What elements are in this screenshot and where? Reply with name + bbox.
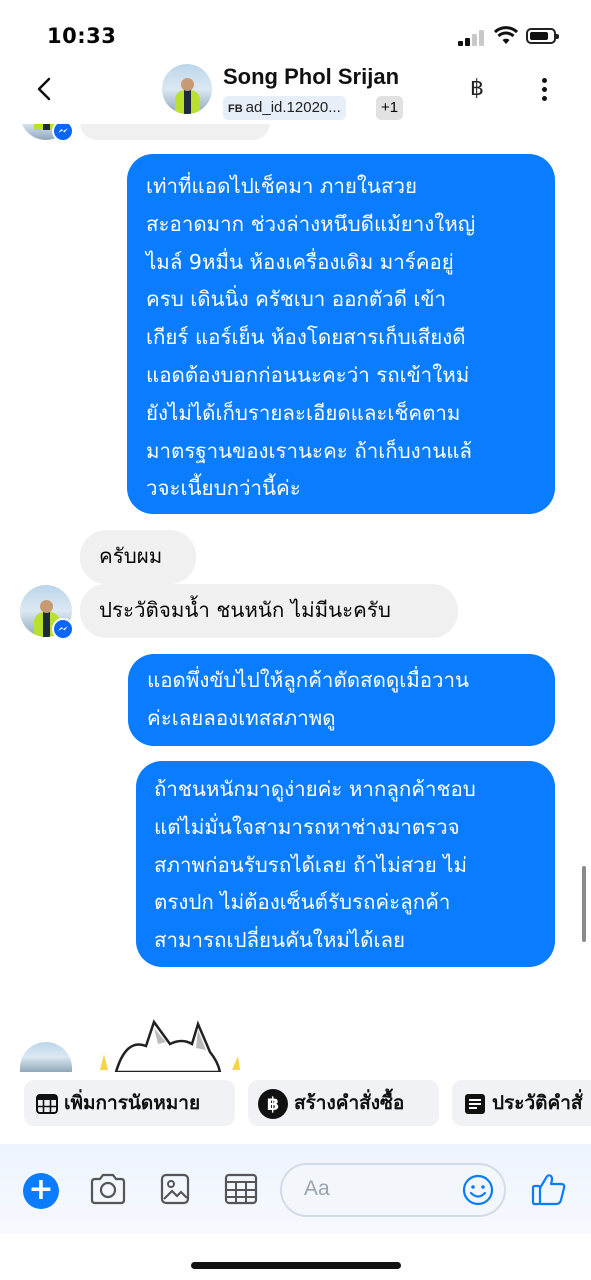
contact-avatar[interactable]	[162, 64, 212, 114]
message-line: ประวัติจมน้ำ ชนหนัก ไม่มีนะครับ	[99, 598, 391, 622]
message-line: สามารถเปลี่ยนคันใหม่ได้เลย	[154, 928, 406, 953]
list-icon	[465, 1093, 485, 1114]
message-line: แอดต้องบอกก่อนนะคะว่า รถเข้าใหม่	[146, 362, 470, 387]
message-line: เท่าที่แอดไปเช็คมา ภายในสวย	[146, 174, 417, 198]
ad-id-label: ad_id.12020...	[245, 99, 341, 116]
message-line: ครับผม	[99, 544, 163, 568]
sender-avatar	[20, 1042, 72, 1072]
calendar-icon	[36, 1093, 58, 1114]
message-line: ครบ เดินนิ่ง ครัชเบา ออกตัวดี เข้า	[146, 287, 447, 312]
status-time: 10:33	[47, 24, 117, 48]
message-line: สะอาดมาก ช่วงล่างหนึบดีแม้ยางใหญ่	[146, 211, 476, 236]
more-tags-badge[interactable]: +1	[376, 96, 404, 120]
message-bubble-outgoing[interactable]: ถ้าชนหนักมาดูง่ายค่ะ หากลูกค้าชอบ แต่ไม่…	[136, 761, 555, 967]
baht-icon: ฿	[258, 1088, 288, 1119]
order-history-button[interactable]: ประวัติคำสั่	[452, 1080, 591, 1126]
home-indicator[interactable]	[191, 1262, 401, 1269]
message-line: วจะเนี้ยบกว่านี้ค่ะ	[146, 476, 301, 501]
plus-icon[interactable]: +	[23, 1173, 59, 1209]
message-line: เกียร์ แอร์เย็น ห้องโดยสารเก็บเสียงดี	[146, 325, 466, 350]
create-order-button[interactable]: ฿ สร้างคำสั่งซื้อ	[248, 1080, 439, 1126]
ad-id-tag[interactable]: FB ad_id.12020...	[223, 96, 346, 120]
wifi-icon	[494, 26, 518, 44]
thumbs-up-icon[interactable]	[531, 1171, 567, 1207]
message-line: แอดพึ่งขับไปให้ลูกค้าตัดสดดูเมื่อวาน	[147, 668, 470, 692]
fb-label: FB	[228, 103, 243, 115]
message-line: แต่ไม่มั่นใจสามารถหาช่างมาตรวจ	[154, 814, 460, 839]
battery-icon	[526, 28, 559, 44]
message-bubble-incoming[interactable]: ประวัติจมน้ำ ชนหนัก ไม่มีนะครับ	[80, 584, 458, 638]
contact-name[interactable]: Song Phol Srijan	[223, 64, 399, 90]
message-line: มาตรฐานของเรานะคะ ถ้าเก็บงานแล้	[146, 438, 472, 463]
message-line: ค่ะเลยลองเทสสภาพดู	[147, 705, 336, 730]
message-input[interactable]: Aa	[280, 1163, 506, 1217]
message-line: ไมล์ 9หมื่น ห้องเครื่องเดิม มาร์คอยู่	[146, 249, 454, 274]
message-line: ยังไม่ได้เก็บรายละเอียดและเช็คตาม	[146, 400, 461, 425]
chip-label: สร้างคำสั่งซื้อ	[294, 1092, 405, 1114]
signal-icon	[458, 30, 486, 46]
input-placeholder: Aa	[304, 1177, 330, 1200]
chip-label: ประวัติคำสั่	[492, 1092, 583, 1114]
add-appointment-button[interactable]: เพิ่มการนัดหมาย	[24, 1080, 235, 1126]
message-line: สภาพก่อนรับรถได้เลย ถ้าไม่สวย ไม่	[154, 852, 468, 877]
sticker-image	[100, 1019, 240, 1072]
chat-header: Song Phol Srijan FB ad_id.12020... +1 ฿	[0, 60, 591, 124]
messenger-badge-icon	[52, 618, 74, 640]
gallery-icon[interactable]	[160, 1173, 190, 1205]
emoji-icon[interactable]	[462, 1174, 494, 1206]
baht-icon[interactable]: ฿	[470, 76, 484, 101]
message-bubble-outgoing[interactable]: เท่าที่แอดไปเช็คมา ภายในสวย สะอาดมาก ช่ว…	[127, 154, 555, 514]
scrollbar[interactable]	[582, 866, 586, 942]
message-line: ตรงปก ไม่ต้องเซ็นต์รับรถค่ะลูกค้า	[154, 890, 451, 915]
template-icon[interactable]	[224, 1173, 258, 1205]
camera-icon[interactable]	[89, 1172, 127, 1206]
chip-label: เพิ่มการนัดหมาย	[64, 1092, 201, 1114]
message-bubble-outgoing[interactable]: แอดพึ่งขับไปให้ลูกค้าตัดสดดูเมื่อวาน ค่ะ…	[128, 654, 555, 746]
back-icon[interactable]	[30, 74, 60, 104]
svg-text:฿: ฿	[267, 1094, 280, 1115]
message-bubble-incoming[interactable]: ครับผม	[80, 530, 196, 584]
message-line: ถ้าชนหนักมาดูง่ายค่ะ หากลูกค้าชอบ	[154, 777, 476, 801]
more-options-icon[interactable]	[542, 78, 548, 105]
